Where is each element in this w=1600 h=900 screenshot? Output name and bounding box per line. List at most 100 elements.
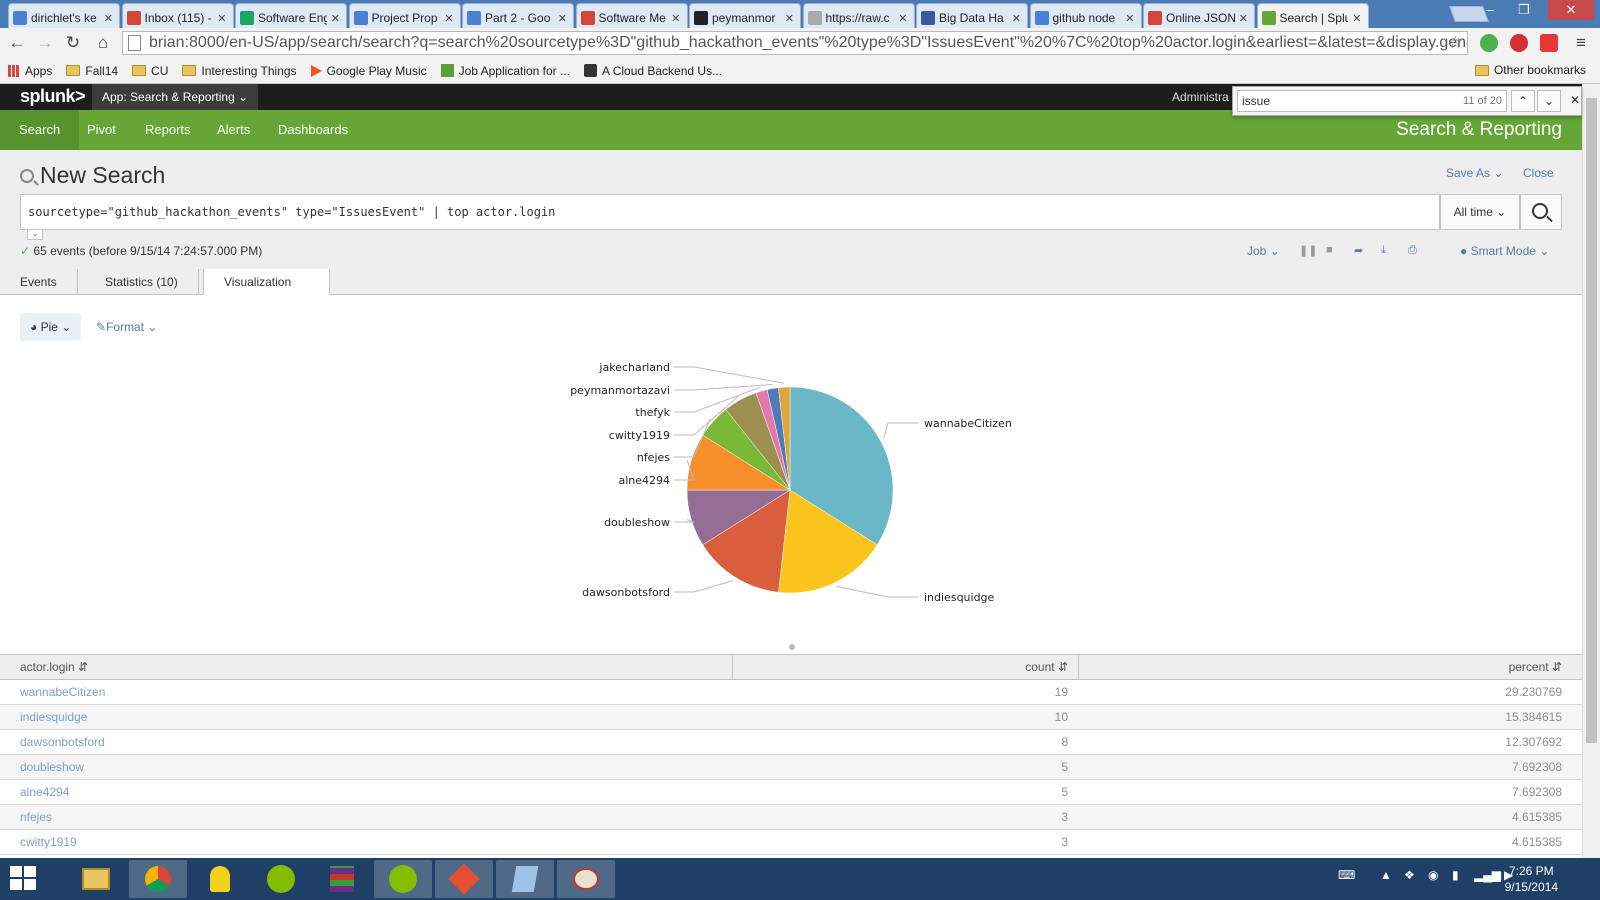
- spotify-icon-2[interactable]: [374, 860, 432, 898]
- taskbar-clock[interactable]: 7:26 PM 9/15/2014: [1505, 863, 1558, 895]
- show-hidden-icons[interactable]: ▲: [1380, 868, 1392, 882]
- browser-tab[interactable]: Project Prop ✕: [348, 3, 461, 28]
- table-row[interactable]: alne4294 5 7.692308: [0, 780, 1582, 805]
- browser-tab[interactable]: Inbox (115) - ✕: [121, 3, 234, 28]
- restore-button[interactable]: ❐: [1508, 0, 1540, 20]
- tab-close-icon[interactable]: ✕: [331, 12, 340, 25]
- tab-close-icon[interactable]: ✕: [217, 12, 226, 25]
- back-arrow-icon[interactable]: ←: [6, 32, 28, 54]
- tab-close-icon[interactable]: ✕: [671, 12, 680, 25]
- browser-tab[interactable]: Online JSON ✕: [1143, 3, 1255, 28]
- winrar-icon[interactable]: [313, 860, 371, 898]
- tab-close-icon[interactable]: ✕: [104, 12, 113, 25]
- cell-actor-login[interactable]: dawsonbotsford: [20, 730, 105, 754]
- reload-icon[interactable]: ↻: [62, 32, 84, 54]
- export-icon[interactable]: ⤓: [1381, 244, 1386, 257]
- search-button[interactable]: [1520, 194, 1562, 230]
- tab-statistics[interactable]: Statistics (10): [85, 269, 199, 295]
- cell-actor-login[interactable]: doubleshow: [20, 755, 84, 779]
- browser-tab[interactable]: github node ✕: [1029, 3, 1142, 28]
- find-next-button[interactable]: ⌄: [1537, 90, 1561, 112]
- browser-tab[interactable]: peymanmor ✕: [689, 3, 801, 28]
- chrome-tray-icon[interactable]: ◉: [1428, 868, 1438, 882]
- nav-pivot[interactable]: Pivot: [68, 110, 135, 150]
- bookmark-cu[interactable]: CU: [132, 64, 168, 78]
- find-previous-button[interactable]: ⌃: [1511, 90, 1535, 112]
- search-mode-menu[interactable]: ● Smart Mode ⌄: [1460, 244, 1549, 258]
- browser-tab[interactable]: Software Me ✕: [575, 3, 688, 28]
- file-explorer-icon[interactable]: [67, 860, 125, 898]
- minimize-button[interactable]: –: [1474, 0, 1506, 20]
- cell-actor-login[interactable]: alne4294: [20, 780, 69, 804]
- find-close-button[interactable]: ✕: [1563, 90, 1587, 112]
- app-menu[interactable]: App: Search & Reporting ⌄: [92, 84, 259, 110]
- browser-tab[interactable]: Part 2 - Goo ✕: [462, 3, 574, 28]
- job-menu[interactable]: Job ⌄: [1247, 244, 1280, 258]
- column-header-count[interactable]: count ⇵: [1025, 655, 1068, 680]
- browser-tab[interactable]: Search | Splu ✕: [1256, 3, 1369, 28]
- table-row[interactable]: nfejes 3 4.615385: [0, 805, 1582, 830]
- tab-visualization[interactable]: Visualization: [203, 269, 330, 296]
- find-input[interactable]: issue 11 of 20: [1237, 90, 1507, 112]
- bookmark-job-application[interactable]: Job Application for ...: [440, 64, 570, 78]
- tab-events[interactable]: Events: [0, 269, 78, 295]
- stop-icon[interactable]: ■: [1326, 244, 1333, 256]
- tab-close-icon[interactable]: ✕: [898, 12, 907, 25]
- table-row[interactable]: cwitty1919 3 4.615385: [0, 830, 1582, 855]
- cell-actor-login[interactable]: indiesquidge: [20, 705, 87, 729]
- forward-arrow-icon[interactable]: →: [34, 32, 56, 54]
- bookmark-star-icon[interactable]: ☆: [1448, 32, 1463, 54]
- tab-close-icon[interactable]: ✕: [444, 12, 453, 25]
- table-row[interactable]: doubleshow 5 7.692308: [0, 755, 1582, 780]
- browser-tab[interactable]: Big Data Ha ✕: [916, 3, 1028, 28]
- table-row[interactable]: dawsonbotsford 8 12.307692: [0, 730, 1582, 755]
- table-row[interactable]: wannabeCitizen 19 29.230769: [0, 680, 1582, 705]
- git-icon[interactable]: [435, 860, 493, 898]
- address-bar[interactable]: brian:8000/en-US/app/search/search?q=sea…: [122, 31, 1468, 55]
- adblock-icon[interactable]: [1510, 34, 1528, 52]
- nav-reports[interactable]: Reports: [126, 110, 210, 150]
- notepad-icon[interactable]: [496, 860, 554, 898]
- tab-close-icon[interactable]: ✕: [1239, 12, 1248, 25]
- page-scrollbar[interactable]: [1582, 84, 1600, 858]
- tab-close-icon[interactable]: ✕: [1125, 12, 1134, 25]
- chevron-down-icon[interactable]: ⌄: [27, 230, 43, 240]
- column-header-actor-login[interactable]: actor.login ⇵: [20, 655, 88, 680]
- bookmark-cloud-backend[interactable]: A Cloud Backend Us...: [584, 64, 722, 78]
- splunk-logo[interactable]: splunk>: [20, 86, 86, 107]
- paint-icon[interactable]: [557, 860, 615, 898]
- tab-close-icon[interactable]: ✕: [1352, 12, 1361, 25]
- chrome-menu-icon[interactable]: ≡: [1570, 32, 1592, 54]
- bookmark-google-play-music[interactable]: Google Play Music: [310, 64, 427, 78]
- network-icon[interactable]: ▂▄▆: [1474, 868, 1501, 882]
- keyboard-icon[interactable]: ⌨: [1338, 868, 1355, 882]
- column-header-percent[interactable]: percent ⇵: [1509, 655, 1562, 680]
- dropbox-icon[interactable]: ❖: [1404, 868, 1415, 882]
- window-close-button[interactable]: ✕: [1548, 0, 1594, 20]
- bookmark-apps[interactable]: Apps: [8, 64, 52, 78]
- windows-start-icon[interactable]: [10, 866, 38, 892]
- tab-close-icon[interactable]: ✕: [785, 12, 794, 25]
- spotify-icon[interactable]: [252, 860, 310, 898]
- bookmark-interesting-things[interactable]: Interesting Things: [182, 64, 297, 78]
- tab-close-icon[interactable]: ✕: [1012, 12, 1021, 25]
- cell-actor-login[interactable]: wannabeCitizen: [20, 680, 105, 704]
- extension-green-icon[interactable]: [1480, 34, 1498, 52]
- extension-gear-icon[interactable]: [1540, 34, 1558, 52]
- share-icon[interactable]: ➦: [1354, 244, 1363, 257]
- close-link[interactable]: Close: [1523, 166, 1554, 180]
- save-as-menu[interactable]: Save As ⌄: [1446, 166, 1503, 180]
- tab-close-icon[interactable]: ✕: [558, 12, 567, 25]
- sticky-notes-icon[interactable]: [191, 860, 249, 898]
- time-range-picker[interactable]: All time ⌄: [1440, 194, 1520, 230]
- power-icon[interactable]: ▮: [1452, 868, 1459, 882]
- scrollbar-thumb[interactable]: [1586, 98, 1597, 743]
- browser-tab[interactable]: https://raw.c ✕: [802, 3, 915, 28]
- cell-actor-login[interactable]: cwitty1919: [20, 830, 77, 854]
- search-query-input[interactable]: sourcetype="github_hackathon_events" typ…: [20, 194, 1440, 230]
- bookmark-fall14[interactable]: Fall14: [66, 64, 118, 78]
- print-icon[interactable]: ⎙: [1408, 244, 1417, 257]
- browser-tab[interactable]: dirichlet's ke ✕: [8, 3, 120, 28]
- browser-tab[interactable]: Software Eng ✕: [235, 3, 347, 28]
- cell-actor-login[interactable]: nfejes: [20, 805, 52, 829]
